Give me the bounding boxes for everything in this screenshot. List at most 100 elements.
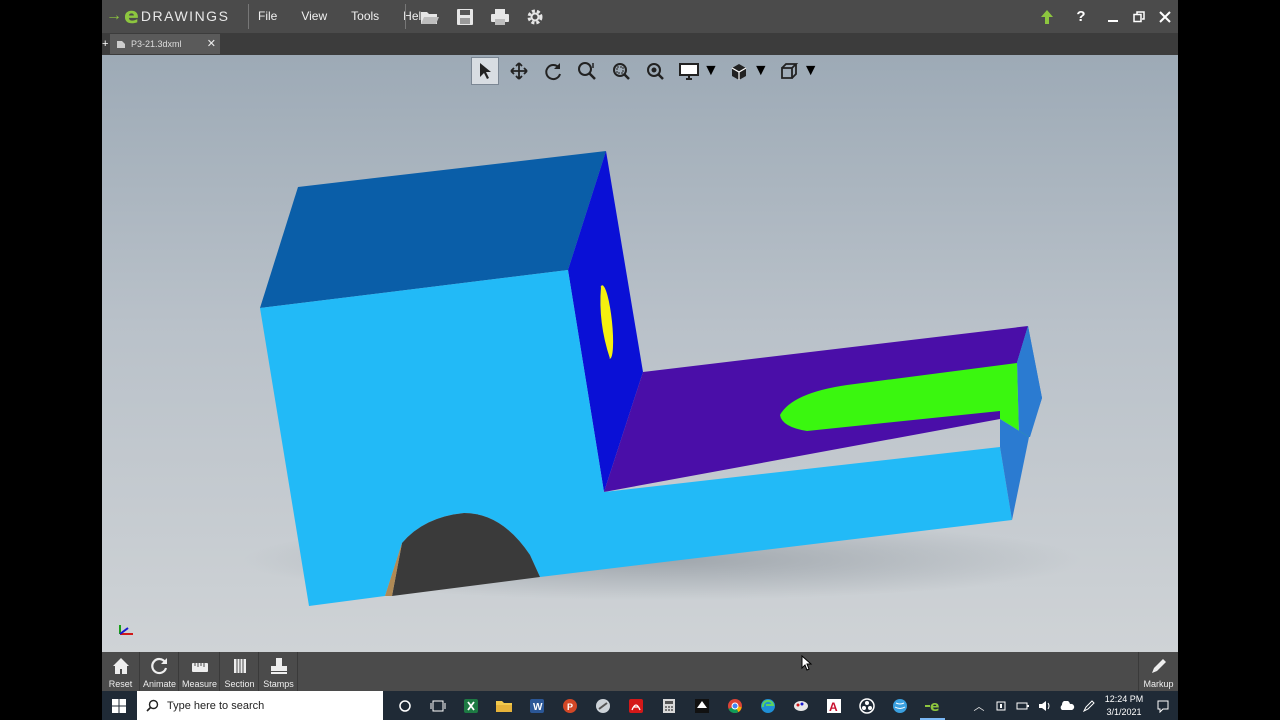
menu-file[interactable]: File xyxy=(251,0,284,33)
measure-label: Measure xyxy=(181,679,217,689)
clock-date: 3/1/2021 xyxy=(1106,706,1142,717)
reset-button[interactable]: Reset xyxy=(102,652,140,691)
chevron-up-icon[interactable]: ︿ xyxy=(968,691,990,720)
zoom-icon[interactable] xyxy=(641,57,669,85)
animate-button[interactable]: Animate xyxy=(141,652,179,691)
standard-views-dropdown[interactable]: ▼ xyxy=(775,57,819,85)
taskbar-apps: W P A e xyxy=(388,691,949,720)
markup-button[interactable]: Markup xyxy=(1138,652,1178,691)
stamps-label: Stamps xyxy=(263,679,294,689)
divider xyxy=(405,4,406,29)
onedrive-icon[interactable] xyxy=(1056,691,1078,720)
start-button[interactable] xyxy=(102,691,136,720)
edrawings-logo: → e DRAWINGS xyxy=(106,3,230,29)
pencil-icon xyxy=(1150,655,1168,677)
globe-icon[interactable] xyxy=(883,691,916,720)
windows-taskbar: Type here to search W P A e ︿ 12:24 PM 3… xyxy=(102,691,1178,720)
section-label: Section xyxy=(224,679,255,689)
minimize-icon[interactable] xyxy=(1100,6,1126,28)
close-icon[interactable] xyxy=(1152,6,1178,28)
edrawings-window: → e DRAWINGS File View Tools Help ? + P3… xyxy=(102,0,1178,691)
select-icon[interactable] xyxy=(471,57,499,85)
home-icon xyxy=(112,655,130,677)
chevron-down-icon[interactable]: ▼ xyxy=(703,62,719,80)
inkscape-icon[interactable] xyxy=(685,691,718,720)
3d-model xyxy=(242,151,1082,606)
settings-icon[interactable] xyxy=(523,6,547,28)
acrobat-icon[interactable] xyxy=(619,691,652,720)
network-icon[interactable] xyxy=(990,691,1012,720)
quick-access-toolbar xyxy=(418,6,547,28)
animate-icon xyxy=(150,655,170,677)
mouse-cursor-icon xyxy=(801,655,813,671)
pen-icon[interactable] xyxy=(1078,691,1100,720)
bottom-toolbar: Reset Animate Measure Section Stamps Mar… xyxy=(102,652,1178,691)
pan-icon[interactable] xyxy=(505,57,533,85)
calculator-icon[interactable] xyxy=(652,691,685,720)
save-icon[interactable] xyxy=(453,6,477,28)
notifications-icon[interactable] xyxy=(1148,691,1178,720)
paint-icon[interactable] xyxy=(784,691,817,720)
document-icon xyxy=(117,40,125,48)
chevron-down-icon[interactable]: ▼ xyxy=(803,62,819,80)
word-icon[interactable]: W xyxy=(520,691,553,720)
standard-views-icon[interactable] xyxy=(775,57,803,85)
restore-icon[interactable] xyxy=(1126,6,1152,28)
menu-view[interactable]: View xyxy=(294,0,334,33)
new-tab-button[interactable]: + xyxy=(102,38,110,50)
clock[interactable]: 12:24 PM 3/1/2021 xyxy=(1100,693,1148,719)
open-icon[interactable] xyxy=(418,6,442,28)
task-view-icon[interactable] xyxy=(421,691,454,720)
svg-text:W: W xyxy=(533,702,543,713)
obs-icon[interactable] xyxy=(850,691,883,720)
excel-icon[interactable] xyxy=(454,691,487,720)
tab-label: P3-21.3dxml xyxy=(131,39,182,49)
view-toolbar: ▼ ▼ ▼ xyxy=(471,56,819,86)
measure-icon xyxy=(190,655,210,677)
logo-arrow-icon: → xyxy=(106,7,122,24)
measure-button[interactable]: Measure xyxy=(180,652,220,691)
logo-letter: e xyxy=(124,3,139,29)
reset-label: Reset xyxy=(108,679,133,689)
cortana-icon[interactable] xyxy=(388,691,421,720)
stamps-icon xyxy=(269,655,289,677)
display-style-dropdown[interactable]: ▼ xyxy=(675,57,719,85)
taskbar-search[interactable]: Type here to search xyxy=(137,691,383,720)
battery-icon[interactable] xyxy=(1012,691,1034,720)
stamps-button[interactable]: Stamps xyxy=(260,652,298,691)
tab-close-icon[interactable]: ✕ xyxy=(207,37,216,50)
search-icon xyxy=(146,699,159,712)
file-explorer-icon[interactable] xyxy=(487,691,520,720)
menu-tools[interactable]: Tools xyxy=(344,0,386,33)
volume-icon[interactable] xyxy=(1034,691,1056,720)
rotate-icon[interactable] xyxy=(539,57,567,85)
display-style-icon[interactable] xyxy=(675,57,703,85)
svg-text:e: e xyxy=(930,699,940,714)
section-button[interactable]: Section xyxy=(221,652,259,691)
markup-label: Markup xyxy=(1143,679,1174,689)
view-orientation-dropdown[interactable]: ▼ xyxy=(725,57,769,85)
zoom-to-fit-icon[interactable] xyxy=(573,57,601,85)
powerpoint-icon[interactable]: P xyxy=(553,691,586,720)
axis-triad-icon xyxy=(119,625,133,635)
print-icon[interactable] xyxy=(488,6,512,28)
clock-time: 12:24 PM xyxy=(1104,693,1144,704)
update-icon[interactable] xyxy=(1034,6,1060,28)
zoom-to-area-icon[interactable] xyxy=(607,57,635,85)
animate-label: Animate xyxy=(142,679,177,689)
help-icon[interactable]: ? xyxy=(1068,6,1094,28)
edrawings-icon[interactable]: e xyxy=(916,691,949,720)
logo-word: DRAWINGS xyxy=(140,8,230,24)
autocad-icon[interactable]: A xyxy=(817,691,850,720)
title-bar: → e DRAWINGS File View Tools Help ? xyxy=(102,0,1178,33)
svg-text:A: A xyxy=(829,700,838,714)
windows-logo-icon xyxy=(112,698,126,713)
view-orientation-icon[interactable] xyxy=(725,57,753,85)
edge-icon[interactable] xyxy=(751,691,784,720)
chrome-icon[interactable] xyxy=(718,691,751,720)
svg-text:P: P xyxy=(567,702,573,712)
chevron-down-icon[interactable]: ▼ xyxy=(753,62,769,80)
3d-viewport[interactable]: ▼ ▼ ▼ xyxy=(102,55,1178,652)
snipping-icon[interactable] xyxy=(586,691,619,720)
tab-document[interactable]: P3-21.3dxml ✕ xyxy=(110,34,220,54)
